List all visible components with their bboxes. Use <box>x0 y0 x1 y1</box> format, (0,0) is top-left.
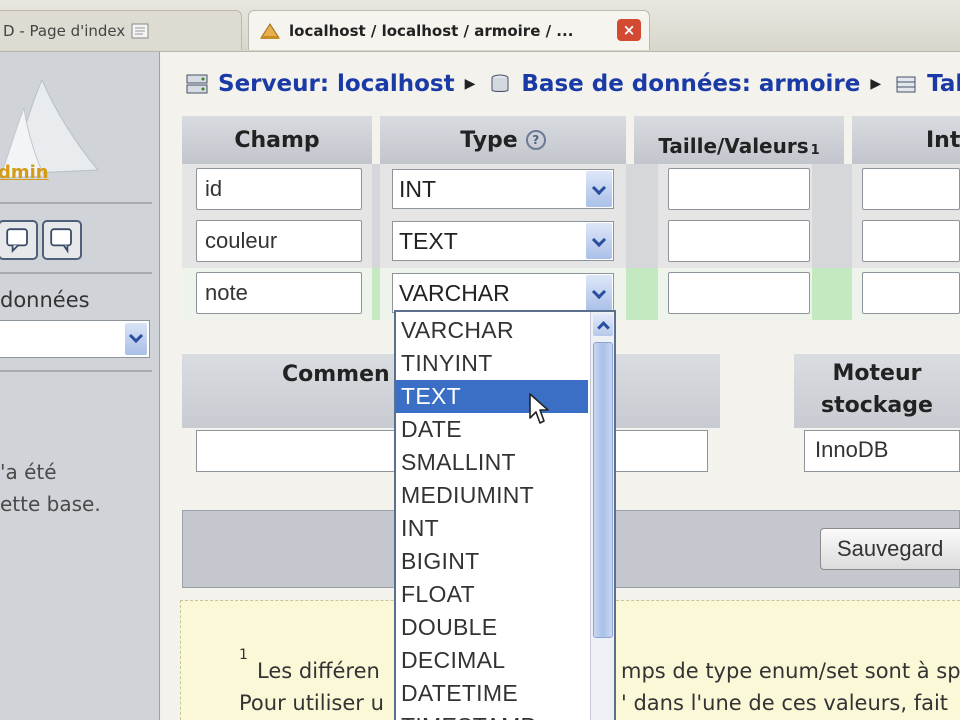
database-select[interactable] <box>0 320 150 358</box>
dropdown-scrollbar[interactable] <box>590 312 614 720</box>
field-type-select[interactable]: INT <box>392 169 614 209</box>
tab-label: D - Page d'index <box>3 21 126 40</box>
field-next-input[interactable] <box>862 168 960 210</box>
breadcrumb-server-link[interactable]: Serveur: localhost <box>218 71 455 97</box>
field-type-select[interactable]: TEXT <box>392 221 614 261</box>
phpmyadmin-logo-icon <box>0 78 100 179</box>
footnote-text: Les différen <box>257 659 380 683</box>
field-type-value: TEXT <box>399 228 458 254</box>
divider <box>0 370 152 372</box>
header-type-label: Type <box>460 127 518 153</box>
query-window-icon[interactable] <box>0 220 38 260</box>
navigation-sidebar: dmin données 'a été ette base. <box>0 52 160 720</box>
table-row: couleur TEXT <box>182 216 960 268</box>
dropdown-option[interactable]: DATE <box>396 413 588 446</box>
header-champ: Champ <box>182 116 372 164</box>
browser-tab-bar: D - Page d'index localhost / localhost /… <box>0 0 960 52</box>
field-type-value: INT <box>399 176 437 202</box>
no-table-message: 'a été ette base. <box>0 456 101 520</box>
scroll-up-arrow-icon[interactable] <box>593 314 613 336</box>
footnote-text: ' dans l'une de ces valeurs, fait <box>621 691 949 715</box>
chevron-down-icon[interactable] <box>586 275 612 311</box>
storage-engine-label: Moteur <box>832 361 922 386</box>
breadcrumb-separator-icon: ▶ <box>464 76 476 92</box>
footnote-text: mps de type enum/set sont à sp <box>621 659 960 683</box>
dropdown-option[interactable]: BIGINT <box>396 545 588 578</box>
breadcrumb-separator-icon: ▶ <box>870 76 882 92</box>
dropdown-option[interactable]: VARCHAR <box>396 314 588 347</box>
field-next-input[interactable] <box>862 272 960 314</box>
field-size-input[interactable] <box>668 168 810 210</box>
chevron-down-icon[interactable] <box>586 171 612 207</box>
phpmyadmin-favicon-icon <box>260 22 280 39</box>
browser-tab-page-index[interactable]: D - Page d'index <box>0 10 242 50</box>
type-dropdown-list[interactable]: VARCHAR TINYINT TEXT DATE SMALLINT MEDIU… <box>394 310 616 720</box>
header-type: Type ? <box>380 116 626 164</box>
logo-text[interactable]: dmin <box>0 162 49 183</box>
server-icon <box>186 74 208 94</box>
dropdown-option[interactable]: DOUBLE <box>396 611 588 644</box>
close-tab-icon[interactable]: × <box>617 19 641 41</box>
breadcrumb-table-link[interactable]: Tab <box>927 71 960 97</box>
mouse-cursor-icon <box>529 393 549 424</box>
sql-query-icon[interactable] <box>42 220 82 260</box>
dropdown-option[interactable]: FLOAT <box>396 578 588 611</box>
scrollbar-thumb[interactable] <box>593 342 613 638</box>
storage-engine-select[interactable]: InnoDB <box>804 430 960 472</box>
dropdown-option[interactable]: DATETIME <box>396 677 588 710</box>
field-name-input[interactable]: couleur <box>196 220 362 262</box>
divider <box>0 202 152 204</box>
header-champ-label: Champ <box>234 127 320 153</box>
breadcrumb-database-link[interactable]: Base de données: armoire <box>521 71 860 97</box>
footnote-number: 1 <box>239 647 248 663</box>
storage-engine-label: stockage <box>821 393 933 418</box>
tab-label: localhost / localhost / armoire / ... <box>289 21 574 40</box>
field-size-input[interactable] <box>668 272 810 314</box>
dropdown-option[interactable]: TIMESTAMP <box>396 710 588 720</box>
databases-label: données <box>0 288 90 312</box>
page-icon <box>131 23 149 38</box>
field-type-select[interactable]: VARCHAR <box>392 273 614 313</box>
dropdown-option[interactable]: TINYINT <box>396 347 588 380</box>
field-next-input[interactable] <box>862 220 960 262</box>
dropdown-option-selected[interactable]: TEXT <box>396 380 588 413</box>
database-icon <box>491 74 509 92</box>
chevron-down-icon[interactable] <box>586 223 612 259</box>
breadcrumb: Serveur: localhost ▶ Base de données: ar… <box>184 68 960 100</box>
chevron-down-icon[interactable] <box>125 323 147 355</box>
dropdown-option[interactable]: SMALLINT <box>396 446 588 479</box>
dropdown-option[interactable]: DECIMAL <box>396 644 588 677</box>
table-row: id INT <box>182 164 960 216</box>
browser-tab-phpmyadmin[interactable]: localhost / localhost / armoire / ... × <box>248 10 650 50</box>
table-comments-label: Commen <box>282 362 390 387</box>
header-size: Taille/Valeurs 1 <box>634 116 844 164</box>
footnote-marker: 1 <box>810 143 820 158</box>
field-size-input[interactable] <box>668 220 810 262</box>
field-type-value: VARCHAR <box>399 280 510 306</box>
dropdown-option[interactable]: MEDIUMINT <box>396 479 588 512</box>
dropdown-option[interactable]: INT <box>396 512 588 545</box>
divider <box>0 272 152 274</box>
storage-engine-header: Moteur stockage <box>794 354 960 428</box>
header-next: Inte <box>852 116 960 164</box>
message-line: 'a été <box>0 460 57 484</box>
header-size-label: Taille/Valeurs <box>658 134 809 158</box>
footnote-text: Pour utiliser u <box>239 691 384 715</box>
table-icon <box>896 76 916 93</box>
field-name-input[interactable]: note <box>196 272 362 314</box>
save-button[interactable]: Sauvegard <box>820 528 960 570</box>
field-name-input[interactable]: id <box>196 168 362 210</box>
header-next-label: Inte <box>926 127 960 153</box>
message-line: ette base. <box>0 492 101 516</box>
help-icon[interactable]: ? <box>525 130 546 150</box>
